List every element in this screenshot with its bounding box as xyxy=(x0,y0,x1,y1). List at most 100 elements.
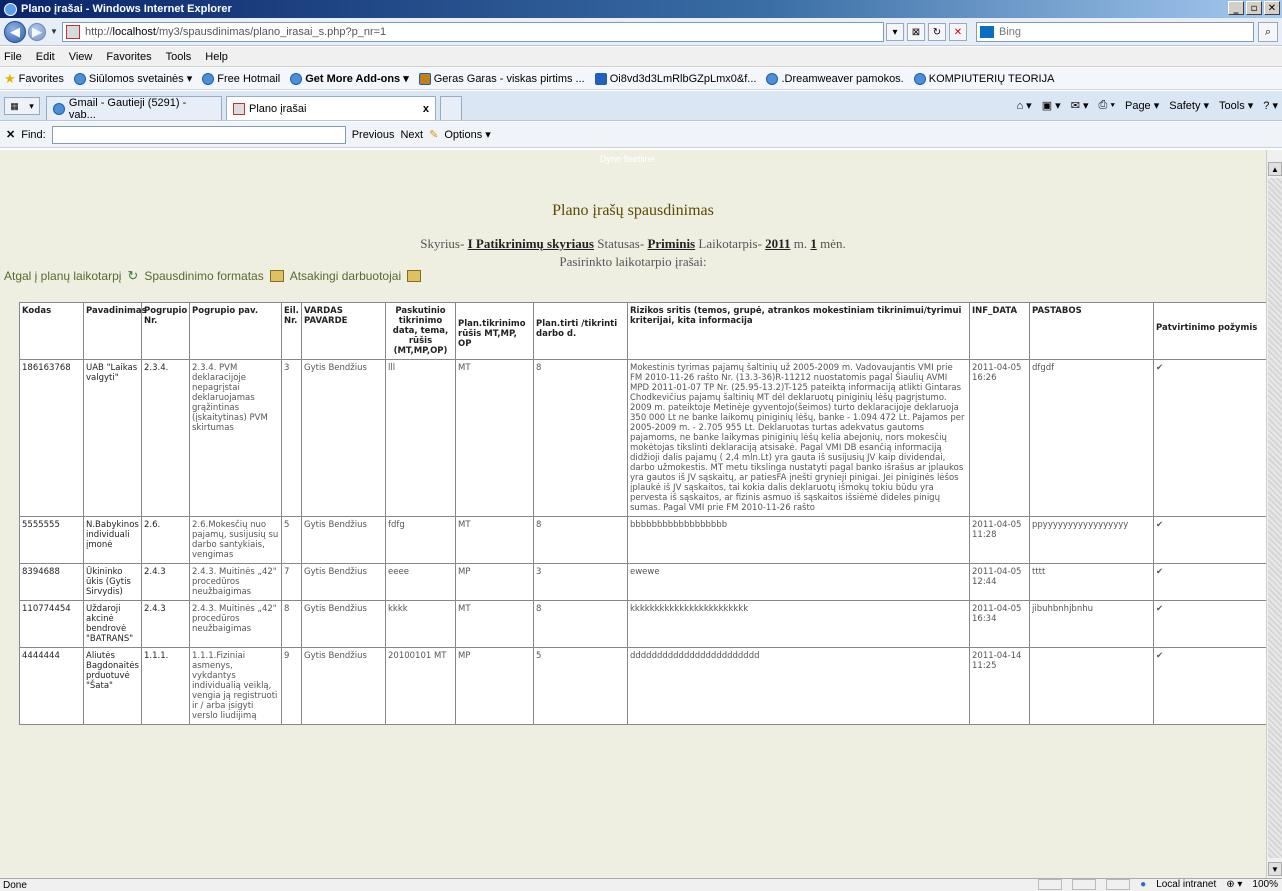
cell-vardas-pavarde: Gytis Bendžius xyxy=(301,600,386,648)
command-bar: ⌂ ▾ ▣ ▾ ✉ ▾ ⎙ ▾ Page ▾ Safety ▾ Tools ▾ … xyxy=(1016,99,1278,112)
scroll-down-icon[interactable]: ▼ xyxy=(1268,862,1282,876)
year-value: 2011 xyxy=(765,236,791,251)
cell-rizikos-sritis: kkkkkkkkkkkkkkkkkkkkkkkk xyxy=(627,600,970,648)
tab-gmail[interactable]: Gmail - Gautieji (5291) - vab... xyxy=(46,96,222,121)
cell-kodas: 110774454 xyxy=(19,600,84,648)
favorites-item-delfi[interactable]: Oi8vd3d3LmRlbGZpLmx0&f... xyxy=(594,72,756,85)
back-to-plans-link[interactable]: Atgal į planų laikotarpį xyxy=(4,269,121,283)
laikotarpis-label: Laikotarpis- xyxy=(698,236,762,251)
page-menu[interactable]: Page ▾ xyxy=(1125,99,1159,112)
cell-rizikos-sritis: bbbbbbbbbbbbbbbbbb xyxy=(627,516,970,564)
find-previous-button[interactable]: Previous xyxy=(352,129,395,141)
cell-paskutinio-tikrinimo: kkkk xyxy=(385,600,456,648)
help-icon[interactable]: ? ▾ xyxy=(1263,99,1278,112)
protected-mode-icon[interactable]: ⊕ ▾ xyxy=(1226,879,1242,890)
safety-menu[interactable]: Safety ▾ xyxy=(1169,99,1209,112)
find-label: Find: xyxy=(21,128,46,141)
page-title: Plano įrašų spausdinimas xyxy=(552,202,714,219)
back-button[interactable]: ◀ xyxy=(4,21,26,43)
minimize-button[interactable]: _ xyxy=(1228,1,1244,15)
menu-edit[interactable]: Edit xyxy=(36,51,55,63)
refresh-icon[interactable]: ↻ xyxy=(928,23,946,41)
quick-tabs-button[interactable]: ▦ ▾ xyxy=(4,97,40,115)
stop-icon[interactable]: ✕ xyxy=(949,23,967,41)
maximize-button[interactable]: ▫ xyxy=(1246,1,1262,15)
favorites-item-label: .Dreamweaver pamokos. xyxy=(781,72,904,85)
status-right: ● Local intranet ⊕ ▾ 100% xyxy=(1038,879,1278,890)
skyrius-value: I Patikrinimų skyriaus xyxy=(467,236,594,251)
print-icon[interactable]: ⎙ ▾ xyxy=(1099,99,1115,112)
tab-label: Plano įrašai xyxy=(249,102,307,115)
highlight-icon[interactable]: ✎ xyxy=(429,128,438,141)
menu-tools[interactable]: Tools xyxy=(166,51,192,63)
cell-paskutinio-tikrinimo: 20100101 MT xyxy=(385,647,456,725)
cell-vardas-pavarde: Gytis Bendžius xyxy=(301,359,386,517)
local-intranet-icon: ● xyxy=(1140,879,1147,890)
close-window-button[interactable]: ✕ xyxy=(1264,1,1280,15)
cell-vardas-pavarde: Gytis Bendžius xyxy=(301,563,386,601)
cell-rizikos-sritis: Mokestinis tyrimas pajamų šaltinių už 20… xyxy=(627,359,970,517)
filter-info: Skyrius- I Patikrinimų skyriaus Statusas… xyxy=(0,236,1266,252)
menu-favorites[interactable]: Favorites xyxy=(106,51,151,63)
favorites-item-suggested[interactable]: Siūlomos svetainės ▾ xyxy=(73,72,193,85)
search-input[interactable]: Bing xyxy=(976,22,1254,42)
cell-pogrupio-pav: 2.4.3. Muitinės „42" procedūros neužbaig… xyxy=(189,600,282,648)
cell-vardas-pavarde: Gytis Bendžius xyxy=(301,647,386,725)
scroll-up-icon[interactable]: ▲ xyxy=(1268,162,1282,176)
header-rizikos-sritis: Rizikos sritis (temos, grupė, atrankos m… xyxy=(627,302,970,360)
recent-pages-dropdown-icon[interactable]: ▼ xyxy=(50,27,58,36)
favorites-item-addons[interactable]: Get More Add-ons ▾ xyxy=(290,72,409,85)
header-plan-tirti: Plan.tirti /tikrinti darbo d. xyxy=(533,302,628,360)
cell-plan-tirti: 8 xyxy=(533,359,628,517)
close-find-icon[interactable]: ✕ xyxy=(6,128,15,141)
tab-plano-irasai[interactable]: Plano įrašai x xyxy=(226,96,436,120)
cell-pavadinimas: N.Babykinos individuali įmonė xyxy=(83,516,142,564)
header-pogrupio-nr: Pogrupio Nr. xyxy=(141,302,190,360)
year-unit: m. xyxy=(793,236,808,251)
header-plan-tikrinimo-rusis: Plan.tikrinimo rūšis MT,MP, OP xyxy=(455,302,534,360)
scrollbar-track[interactable] xyxy=(1268,178,1282,858)
feeds-icon[interactable]: ▣ ▾ xyxy=(1042,99,1061,112)
find-input[interactable] xyxy=(51,125,346,144)
cell-pogrupio-pav: 2.3.4. PVM deklaracijoje nepagrįstai dek… xyxy=(189,359,282,517)
header-inf-data: INF_DATA xyxy=(969,302,1030,360)
zoom-level[interactable]: 100% xyxy=(1252,879,1278,890)
menu-file[interactable]: File xyxy=(4,51,22,63)
favorites-item-geras-garas[interactable]: Geras Garas - viskas pirtims ... xyxy=(418,72,585,85)
new-tab-button[interactable] xyxy=(440,96,462,120)
address-bar[interactable]: http://localhost/my3/spausdinimas/plano_… xyxy=(62,22,884,42)
status-text: Done xyxy=(3,879,27,891)
address-dropdown-icon[interactable]: ▾ xyxy=(886,23,904,41)
cell-plan-tirti: 8 xyxy=(533,600,628,648)
vertical-scrollbar[interactable]: ▲ ▼ xyxy=(1266,150,1282,878)
cell-pastabos: jibuhbnhjbnhu xyxy=(1029,600,1154,648)
mail-icon[interactable]: ✉ ▾ xyxy=(1071,99,1089,112)
favorites-item-dreamweaver[interactable]: .Dreamweaver pamokos. xyxy=(766,72,904,85)
table-row: 4444444 Aliutės Bagdonaitės prduotuvė "Ša… xyxy=(19,647,1266,725)
favorites-item-label: Siūlomos svetainės ▾ xyxy=(88,73,193,85)
print-format-link[interactable]: Spausdinimo formatas xyxy=(144,269,263,283)
header-pavadinimas: Pavadinimas xyxy=(83,302,147,360)
cell-pavadinimas: Ūkininko ūkis (Gytis Sirvydis) xyxy=(83,563,142,601)
tools-menu[interactable]: Tools ▾ xyxy=(1219,99,1253,112)
url-path: /my3/spausdinimas/plano_irasai_s.php?p_n… xyxy=(155,26,387,38)
find-options-button[interactable]: Options ▾ xyxy=(444,128,491,141)
favorites-button[interactable]: ★ Favorites xyxy=(4,71,64,87)
favorites-item-kompiuteriu[interactable]: KOMPIUTERIŲ TEORIJA xyxy=(913,72,1054,85)
cell-pogrupio-pav: 1.1.1.Fiziniai asmenys, vykdantys indivi… xyxy=(189,647,282,725)
forward-button[interactable]: ▶ xyxy=(28,23,46,41)
tab-label: Gmail - Gautieji (5291) - vab... xyxy=(68,96,187,121)
favorites-item-hotmail[interactable]: Free Hotmail xyxy=(202,72,280,85)
cell-inf-data: 2011-04-05 11:28 xyxy=(969,516,1030,564)
cell-kodas: 186163768 xyxy=(19,359,84,517)
search-icon[interactable]: ⌕ xyxy=(1258,22,1278,42)
compatibility-view-icon[interactable]: ⊠ xyxy=(907,23,925,41)
find-next-button[interactable]: Next xyxy=(400,129,423,141)
responsible-employees-link[interactable]: Atsakingi darbuotojai xyxy=(290,269,401,283)
menu-view[interactable]: View xyxy=(69,51,93,63)
favorites-item-label: Geras Garas - viskas pirtims ... xyxy=(433,72,585,85)
bucket-icon xyxy=(418,72,431,85)
home-icon[interactable]: ⌂ ▾ xyxy=(1016,99,1031,112)
close-tab-icon[interactable]: x xyxy=(423,103,429,115)
menu-help[interactable]: Help xyxy=(205,51,228,63)
